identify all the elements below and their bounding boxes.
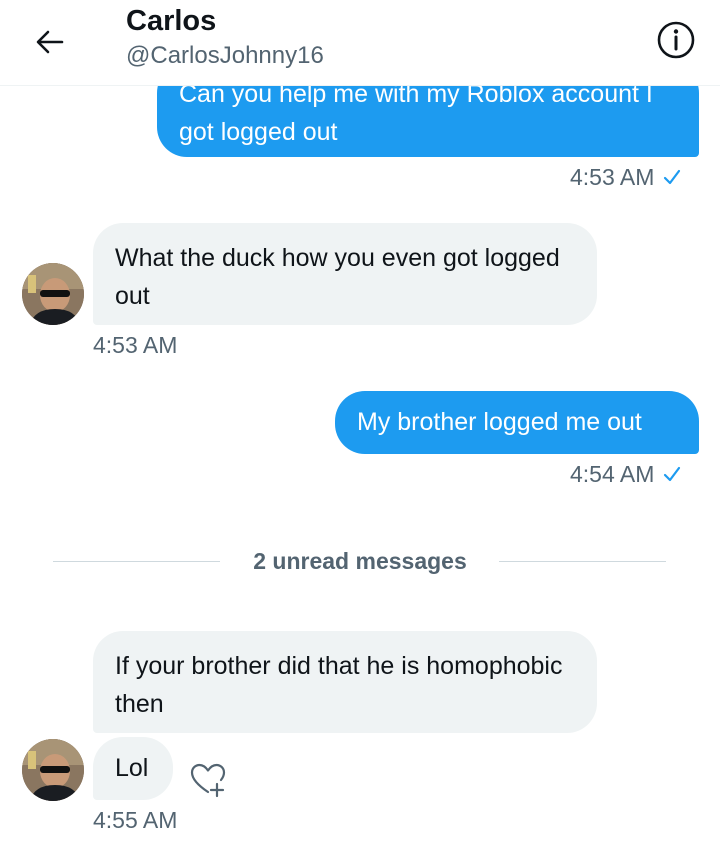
conversation-title[interactable]: Carlos bbox=[126, 4, 216, 38]
timestamp-text: 4:55 AM bbox=[93, 807, 178, 833]
sent-message-bubble[interactable]: My brother logged me out bbox=[335, 391, 699, 454]
message-text: Lol bbox=[115, 754, 149, 782]
timestamp-text: 4:53 AM bbox=[570, 164, 655, 190]
message-thread[interactable]: Can you help me with my Roblox account I… bbox=[0, 0, 720, 858]
message-timestamp: 4:53 AM bbox=[570, 162, 682, 192]
read-check-icon bbox=[664, 169, 681, 185]
message-text: What the duck how you even got logged ou… bbox=[115, 244, 560, 310]
arrow-left-icon bbox=[36, 30, 64, 54]
divider-line-right bbox=[499, 561, 666, 562]
received-message-bubble[interactable]: Lol bbox=[93, 737, 173, 800]
add-reaction-heart-icon[interactable] bbox=[188, 760, 228, 800]
timestamp-text: 4:53 AM bbox=[93, 332, 178, 358]
info-icon bbox=[657, 21, 695, 59]
dm-conversation-screen: Can you help me with my Roblox account I… bbox=[0, 0, 720, 858]
message-text: Can you help me with my Roblox account I… bbox=[179, 80, 653, 146]
message-timestamp: 4:53 AM bbox=[93, 330, 177, 360]
avatar-image bbox=[22, 739, 84, 801]
message-timestamp: 4:55 AM bbox=[93, 805, 177, 835]
message-text: My brother logged me out bbox=[357, 408, 642, 436]
back-button[interactable] bbox=[28, 20, 72, 64]
avatar-image bbox=[22, 263, 84, 325]
message-timestamp: 4:54 AM bbox=[570, 459, 682, 489]
received-message-bubble[interactable]: If your brother did that he is homophobi… bbox=[93, 631, 597, 733]
conversation-header: Carlos @CarlosJohnny16 bbox=[0, 0, 720, 86]
contact-avatar[interactable] bbox=[22, 739, 84, 801]
conversation-handle[interactable]: @CarlosJohnny16 bbox=[126, 41, 324, 71]
info-button[interactable] bbox=[654, 18, 698, 62]
timestamp-text: 4:54 AM bbox=[570, 461, 655, 487]
received-message-bubble[interactable]: What the duck how you even got logged ou… bbox=[93, 223, 597, 325]
message-text: If your brother did that he is homophobi… bbox=[115, 652, 563, 718]
read-check-icon bbox=[664, 466, 681, 482]
contact-avatar[interactable] bbox=[22, 263, 84, 325]
